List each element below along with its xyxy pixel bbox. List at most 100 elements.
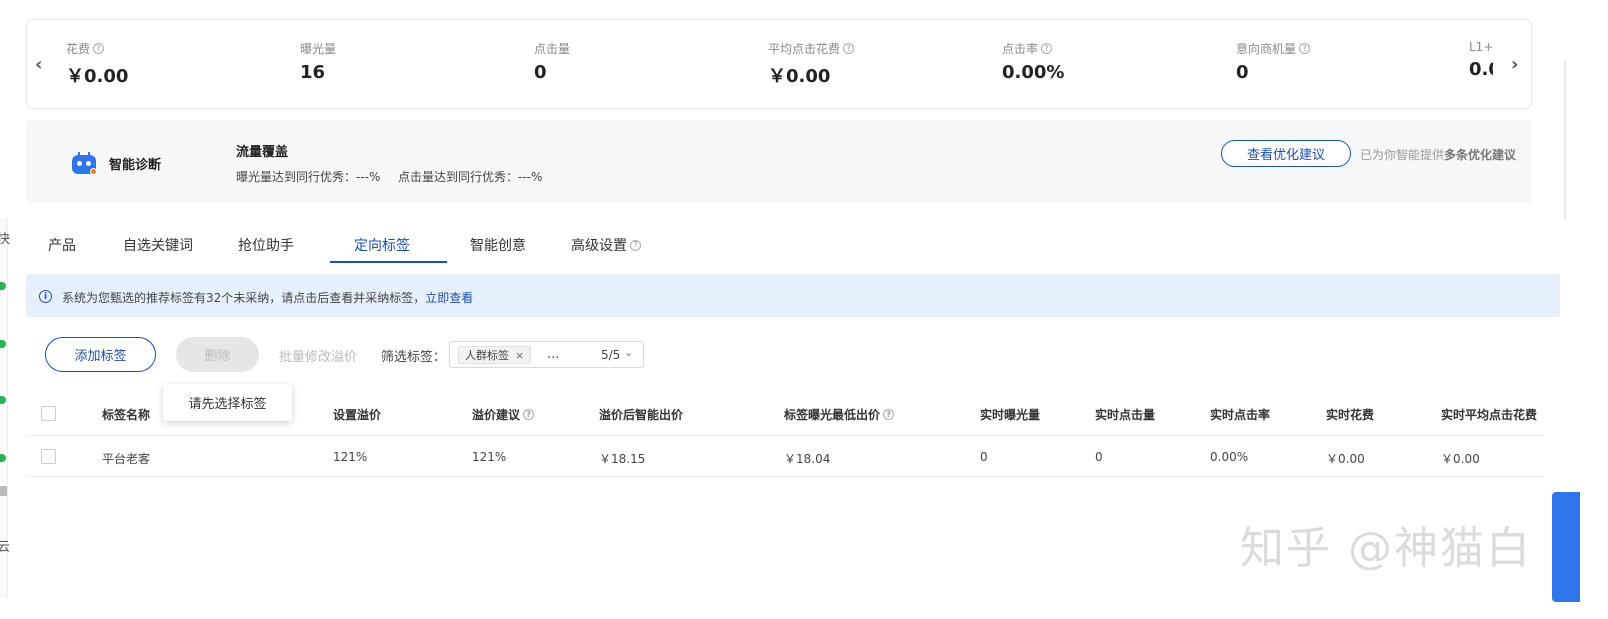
delete-button[interactable]: 删除	[176, 337, 259, 372]
select-tag-tooltip: 请先选择标签	[163, 384, 292, 421]
filter-tags-label: 筛选标签：	[381, 350, 447, 365]
help-icon[interactable]: ?	[523, 409, 535, 420]
info-icon: i	[39, 290, 52, 303]
tab-label: 抢位助手	[238, 238, 294, 254]
help-icon[interactable]: ?	[883, 409, 895, 420]
col-realtime-exposure: 实时曝光量	[980, 408, 1041, 422]
col-realtime-clicks: 实时点击量	[1095, 408, 1156, 422]
col-tag-name: 标签名称	[102, 408, 151, 422]
tab-label: 智能创意	[470, 238, 526, 254]
row-checkbox[interactable]	[41, 449, 56, 464]
stat-value: 0.0	[1469, 59, 1493, 80]
smart-diagnosis-panel: 智能诊断 流量覆盖 曝光量达到同行优秀：---% 点击量达到同行优秀：---% …	[26, 120, 1532, 203]
click-benchmark: 点击量达到同行优秀：---%	[398, 170, 543, 184]
view-optimization-button[interactable]: 查看优化建议	[1221, 140, 1351, 167]
more-tags-ellipsis: ...	[547, 347, 560, 362]
close-icon[interactable]: ×	[515, 349, 524, 362]
selected-tag-chip: 人群标签 ×	[458, 346, 532, 364]
stat-value: ￥0.00	[768, 66, 831, 87]
help-icon[interactable]: ?	[843, 43, 855, 54]
tab-ranking-assistant[interactable]: 抢位助手	[238, 235, 294, 255]
stat-value: 16	[300, 62, 326, 83]
status-dot	[0, 282, 6, 290]
tab-custom-keywords[interactable]: 自选关键词	[123, 235, 193, 255]
col-min-bid: 标签曝光最低出价?	[784, 406, 895, 423]
cell-tag-name: 平台老客	[102, 452, 151, 466]
add-tag-button[interactable]: 添加标签	[45, 337, 156, 372]
stat-value: 0	[534, 62, 547, 83]
left-edge-bar	[0, 486, 7, 496]
cell-premium: 121%	[333, 450, 368, 464]
notice-message: 系统为您甄选的推荐标签有32个未采纳，请点击后查看并采纳标签，	[62, 291, 426, 305]
cell-min-bid: ￥18.04	[784, 452, 831, 466]
tab-label: 高级设置	[571, 238, 627, 254]
view-now-link[interactable]: 立即查看	[425, 291, 473, 305]
stats-card: ‹ 花费? ￥0.00 曝光量 16 点击量 0 平均点击花费? ￥0.00 点…	[26, 19, 1532, 109]
right-panel-edge	[1552, 0, 1608, 619]
prev-arrow-icon[interactable]: ‹	[35, 54, 42, 75]
note-prefix: 已为你智能提供	[1360, 148, 1445, 162]
tab-advanced-settings[interactable]: 高级设置?	[571, 235, 641, 255]
help-icon[interactable]: ?	[1041, 43, 1053, 54]
cell-realtime-cost: ￥0.00	[1326, 452, 1365, 466]
tab-smart-creative[interactable]: 智能创意	[470, 235, 526, 255]
help-icon[interactable]: ?	[630, 239, 641, 251]
right-edge-shadow	[1564, 60, 1568, 220]
stat-clicks: 点击量 0	[534, 40, 570, 83]
diagnosis-title: 智能诊断	[109, 158, 162, 173]
watermark: 知乎 @神猫白	[1240, 523, 1532, 574]
col-realtime-avg-cpc: 实时平均点击花费	[1441, 408, 1538, 422]
tab-label: 定向标签	[354, 238, 410, 254]
stat-label: 点击量	[534, 42, 571, 56]
recommendation-notice: i 系统为您甄选的推荐标签有32个未采纳，请点击后查看并采纳标签，立即查看	[26, 274, 1560, 317]
tab-label: 自选关键词	[123, 238, 193, 254]
next-arrow-icon[interactable]: ›	[1511, 54, 1518, 75]
help-icon[interactable]: ?	[1299, 43, 1311, 54]
stat-label: L1+	[1469, 40, 1493, 54]
stat-avg-cpc: 平均点击花费? ￥0.00	[768, 40, 855, 88]
exposure-benchmark: 曝光量达到同行优秀：---%	[236, 170, 381, 184]
cell-realtime-exposure: 0	[980, 450, 988, 464]
active-tab-indicator	[330, 261, 447, 263]
flow-coverage-title: 流量覆盖	[236, 145, 289, 160]
tab-product[interactable]: 产品	[48, 235, 76, 255]
status-dot	[0, 340, 6, 348]
stat-l1: L1+ 0.0	[1469, 40, 1493, 80]
robot-icon	[72, 152, 97, 175]
floating-help-tab[interactable]	[1552, 492, 1580, 602]
filter-tags-select[interactable]: 人群标签 × ... 5/5 ⌄	[449, 341, 644, 368]
col-premium: 设置溢价	[333, 408, 382, 422]
tab-label: 产品	[48, 238, 76, 254]
stat-label: 曝光量	[300, 42, 337, 56]
help-icon[interactable]: ?	[93, 43, 105, 54]
col-smart-bid: 溢价后智能出价	[599, 408, 684, 422]
cell-realtime-ctr: 0.00%	[1210, 450, 1249, 464]
stat-value: ￥0.00	[66, 66, 129, 87]
left-edge-text: 快	[0, 232, 11, 247]
stat-label: 点击率	[1002, 42, 1039, 56]
select-all-checkbox[interactable]	[41, 406, 56, 421]
stat-cost: 花费? ￥0.00	[66, 40, 128, 88]
cell-realtime-clicks: 0	[1095, 450, 1103, 464]
cell-realtime-avg-cpc: ￥0.00	[1441, 452, 1480, 466]
col-realtime-ctr: 实时点击率	[1210, 408, 1271, 422]
status-dot	[0, 454, 6, 462]
chevron-down-icon[interactable]: ⌄	[624, 346, 633, 359]
stat-ctr: 点击率? 0.00%	[1002, 40, 1064, 83]
stat-label: 意向商机量	[1236, 42, 1297, 56]
left-edge-text: 云	[0, 540, 11, 555]
col-premium-suggestion: 溢价建议?	[472, 406, 535, 423]
optimization-note: 已为你智能提供多条优化建议	[1360, 146, 1516, 163]
col-realtime-cost: 实时花费	[1326, 408, 1375, 422]
cell-smart-bid: ￥18.15	[599, 452, 646, 466]
stat-exposure: 曝光量 16	[300, 40, 336, 83]
header-label: 溢价建议	[472, 408, 521, 422]
stat-value: 0.00%	[1002, 62, 1065, 83]
stat-leads: 意向商机量? 0	[1236, 40, 1311, 83]
batch-edit-premium-button[interactable]: 批量修改溢价	[279, 346, 357, 365]
header-label: 标签曝光最低出价	[784, 408, 881, 422]
stat-label: 平均点击花费	[768, 42, 841, 56]
tab-targeting-tags[interactable]: 定向标签	[354, 235, 410, 255]
left-panel-edge: 快 云	[0, 218, 11, 598]
cell-premium-suggestion: 121%	[472, 450, 507, 464]
